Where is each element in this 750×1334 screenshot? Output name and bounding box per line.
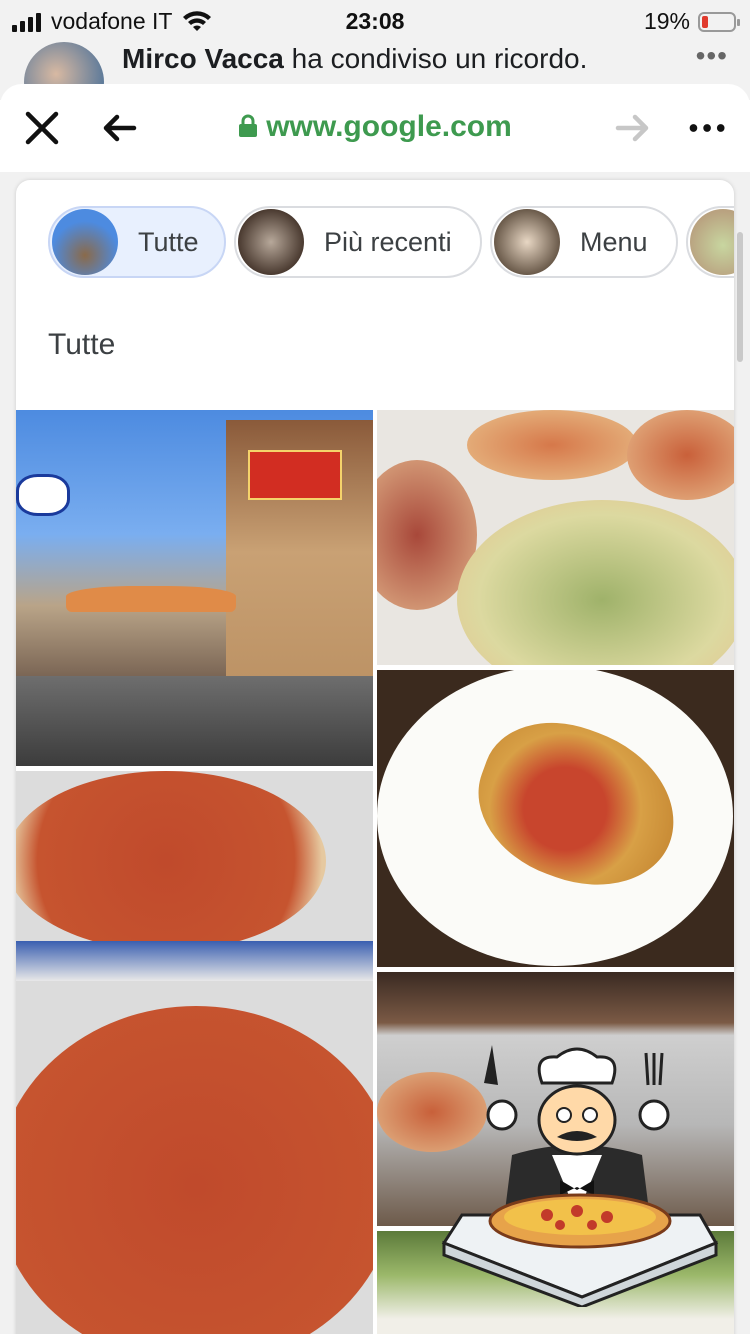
box-edge [16, 941, 373, 981]
post-author: Mirco Vacca [122, 43, 284, 74]
chip-thumbnail [238, 209, 304, 275]
scrollbar[interactable] [737, 232, 743, 362]
chip-tutte[interactable]: Tutte [48, 206, 226, 278]
shop-sign [248, 450, 342, 500]
chef-pizza-icon [441, 1045, 719, 1307]
post-header-text: Mirco Vacca ha condiviso un ricordo. [122, 43, 587, 75]
chip-thumbnail [52, 209, 118, 275]
post-action: ha condiviso un ricordo. [283, 43, 588, 74]
umbrella [66, 586, 236, 612]
chip-label: Menu [580, 226, 648, 257]
street [16, 676, 373, 766]
post-more-icon[interactable]: ••• [696, 40, 728, 72]
battery-icon [698, 11, 740, 32]
pizza [16, 1006, 373, 1334]
pizza [467, 410, 637, 480]
forward-arrow-icon[interactable] [612, 108, 652, 148]
filter-chips: Tutte Più recenti Menu [48, 206, 734, 282]
photo-pizzas-boxes[interactable] [377, 410, 734, 665]
photo-cutlet-plate[interactable] [377, 670, 734, 967]
chip-thumbnail [494, 209, 560, 275]
chip-thumbnail [690, 209, 734, 275]
section-title: Tutte [48, 328, 116, 361]
pizza [627, 410, 734, 500]
url-text: www.google.com [266, 110, 512, 143]
chip-menu[interactable]: Menu [490, 206, 678, 278]
battery-level [702, 15, 708, 28]
battery-percent: 19% [643, 8, 690, 34]
clock: 23:08 [345, 8, 405, 34]
chip-piu-recenti[interactable]: Più recenti [234, 206, 482, 278]
pizza [457, 500, 734, 665]
photo-storefront[interactable] [16, 410, 373, 766]
pizza [16, 771, 326, 951]
browser-toolbar: www.google.com [0, 84, 750, 173]
gas-station-sign [16, 474, 70, 516]
lock-icon [239, 114, 258, 137]
chip-more[interactable] [686, 206, 734, 278]
chip-label: Più recenti [324, 226, 452, 257]
status-right: 19% [643, 8, 740, 35]
photo-marinara-pizzas[interactable] [16, 771, 373, 1334]
in-app-browser-sheet: www.google.com Tutte Più recenti Menu Tu… [0, 84, 750, 1334]
more-icon[interactable] [688, 108, 728, 148]
chip-label: Tutte [138, 226, 199, 257]
status-bar: vodafone IT 23:08 19% [0, 0, 750, 40]
